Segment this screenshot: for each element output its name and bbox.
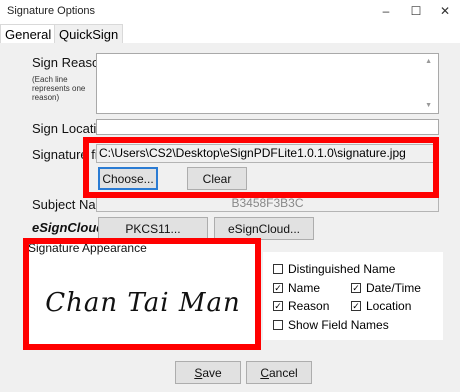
maximize-button[interactable]: ☐ [401,0,431,22]
cancel-accelerator: C [260,365,269,380]
tab-general[interactable]: General [0,24,57,44]
save-button[interactable]: Save [175,361,241,384]
reason-label: Reason [288,299,330,313]
date-time-checkbox[interactable]: ✓ [351,283,361,293]
scroll-up-icon[interactable]: ▲ [425,58,432,65]
cancel-label-rest: ancel [268,365,298,380]
esigncloud-label: eSignCloud [32,220,105,235]
signature-appearance-highlight [23,238,261,350]
scroll-down-icon[interactable]: ▼ [425,102,432,109]
cancel-button[interactable]: Cancel [246,361,312,384]
distinguished-name-checkbox[interactable] [273,264,283,274]
show-field-names-checkbox[interactable] [273,320,283,330]
name-label: Name [288,281,321,295]
close-button[interactable]: ✕ [430,0,460,22]
show-field-names-label: Show Field Names [288,318,389,332]
save-label-rest: ave [202,365,222,380]
option-date-time[interactable]: ✓ Date/Time [351,281,421,295]
date-time-label: Date/Time [366,281,421,295]
save-accelerator: S [194,365,203,380]
reason-checkbox[interactable]: ✓ [273,301,283,311]
tab-quicksign[interactable]: QuickSign [54,24,124,44]
option-reason[interactable]: ✓ Reason [273,299,329,313]
location-checkbox[interactable]: ✓ [351,301,361,311]
option-show-field-names[interactable]: Show Field Names [273,318,389,332]
option-distinguished-name[interactable]: Distinguished Name [273,262,395,276]
location-label: Location [366,299,412,313]
sign-location-input[interactable] [96,119,439,135]
option-name[interactable]: ✓ Name [273,281,320,295]
pkcs11-button[interactable]: PKCS11... [98,217,208,240]
signature-file-highlight [83,137,439,198]
name-checkbox[interactable]: ✓ [273,283,283,293]
minimize-button[interactable]: – [371,0,401,22]
window-title: Signature Options [7,5,96,17]
esigncloud-button[interactable]: eSignCloud... [214,217,314,240]
option-location[interactable]: ✓ Location [351,299,411,313]
title-bar: Signature Options – ☐ ✕ [0,0,460,22]
sign-reason-hint: (Each line represents one reason) [32,75,86,102]
distinguished-name-label: Distinguished Name [288,262,396,276]
sign-reason-input[interactable]: ▲ ▼ [96,53,439,114]
